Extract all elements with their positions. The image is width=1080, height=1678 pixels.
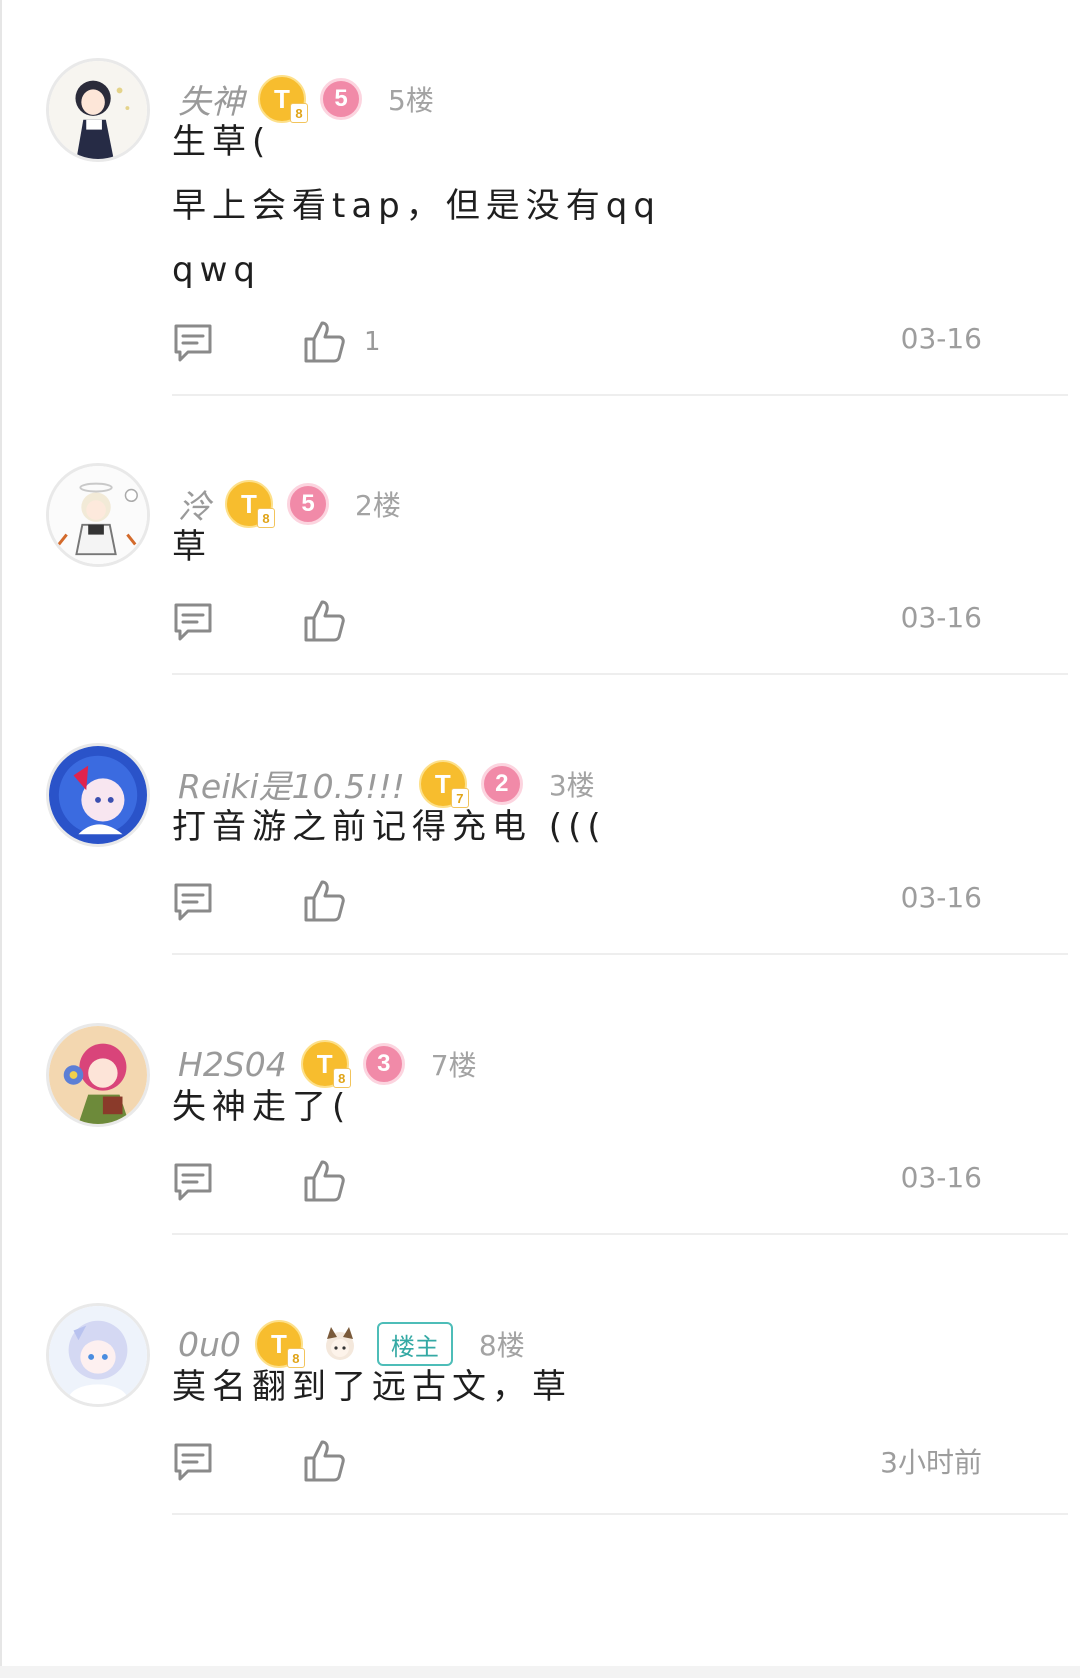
thumbs-up-icon bbox=[304, 600, 345, 642]
comment-line: 打音游之前记得充电 ((( bbox=[172, 807, 607, 847]
comment-line: 草 bbox=[172, 527, 212, 567]
like-button[interactable] bbox=[302, 597, 364, 645]
timestamp: 03-16 bbox=[900, 881, 982, 914]
comment-line: 失神走了( bbox=[172, 1087, 352, 1127]
thumbs-up-icon bbox=[304, 880, 345, 922]
like-button[interactable] bbox=[302, 1437, 364, 1485]
avatar[interactable] bbox=[46, 1303, 150, 1407]
comment-icon[interactable] bbox=[172, 1161, 214, 1203]
comment-actions: 1 03-16 bbox=[172, 321, 982, 370]
comment-line: 生草( bbox=[172, 122, 272, 162]
comment-actions: 03-16 bbox=[172, 1160, 982, 1209]
thumbs-up-icon bbox=[304, 1160, 345, 1202]
avatar[interactable] bbox=[46, 1023, 150, 1127]
like-button[interactable] bbox=[302, 1157, 364, 1205]
comment-text: 莫名翻到了远古文，草 bbox=[172, 1355, 572, 1419]
level-t-badge: T8 bbox=[225, 480, 275, 528]
comment-icon[interactable] bbox=[172, 881, 214, 923]
level-badge: 3 bbox=[362, 1043, 405, 1085]
like-count: 1 bbox=[364, 327, 381, 357]
timestamp: 03-16 bbox=[900, 601, 982, 634]
comment-text: 打音游之前记得充电 ((( bbox=[172, 795, 607, 859]
comment-actions: 03-16 bbox=[172, 880, 982, 929]
like-button[interactable] bbox=[302, 877, 364, 925]
comment-line: qwq bbox=[172, 250, 261, 290]
avatar[interactable] bbox=[46, 58, 150, 162]
timestamp: 03-16 bbox=[900, 1161, 982, 1194]
divider bbox=[172, 673, 1068, 675]
avatar[interactable] bbox=[46, 743, 150, 847]
thumbs-up-icon bbox=[304, 321, 345, 363]
divider bbox=[172, 953, 1068, 955]
thumbs-up-icon bbox=[304, 1440, 345, 1482]
timestamp: 3小时前 bbox=[880, 1446, 982, 1479]
comment-line: 莫名翻到了远古文，草 bbox=[172, 1367, 572, 1407]
comment-line: 早上会看tap，但是没有qq bbox=[172, 186, 661, 226]
comment-actions: 3小时前 bbox=[172, 1440, 982, 1489]
divider bbox=[172, 1513, 1068, 1515]
comment-actions: 03-16 bbox=[172, 600, 982, 649]
avatar[interactable] bbox=[46, 463, 150, 567]
comment-text: 草 bbox=[172, 515, 212, 579]
divider bbox=[172, 1233, 1068, 1235]
comment-icon[interactable] bbox=[172, 601, 214, 643]
page-bottom-edge bbox=[0, 1666, 1080, 1678]
comment-icon[interactable] bbox=[172, 1441, 214, 1483]
page-edge bbox=[0, 0, 2, 1678]
comment-icon[interactable] bbox=[172, 322, 214, 364]
floor-number: 2楼 bbox=[355, 489, 401, 522]
floor-number: 7楼 bbox=[430, 1049, 477, 1082]
comment-text: 失神走了( bbox=[172, 1075, 351, 1139]
like-button[interactable]: 1 bbox=[302, 318, 381, 366]
divider bbox=[172, 394, 1068, 396]
level-badge: 5 bbox=[287, 483, 329, 525]
timestamp: 03-16 bbox=[900, 322, 982, 355]
comment-text: 生草( 早上会看tap，但是没有qq qwq bbox=[172, 110, 661, 302]
